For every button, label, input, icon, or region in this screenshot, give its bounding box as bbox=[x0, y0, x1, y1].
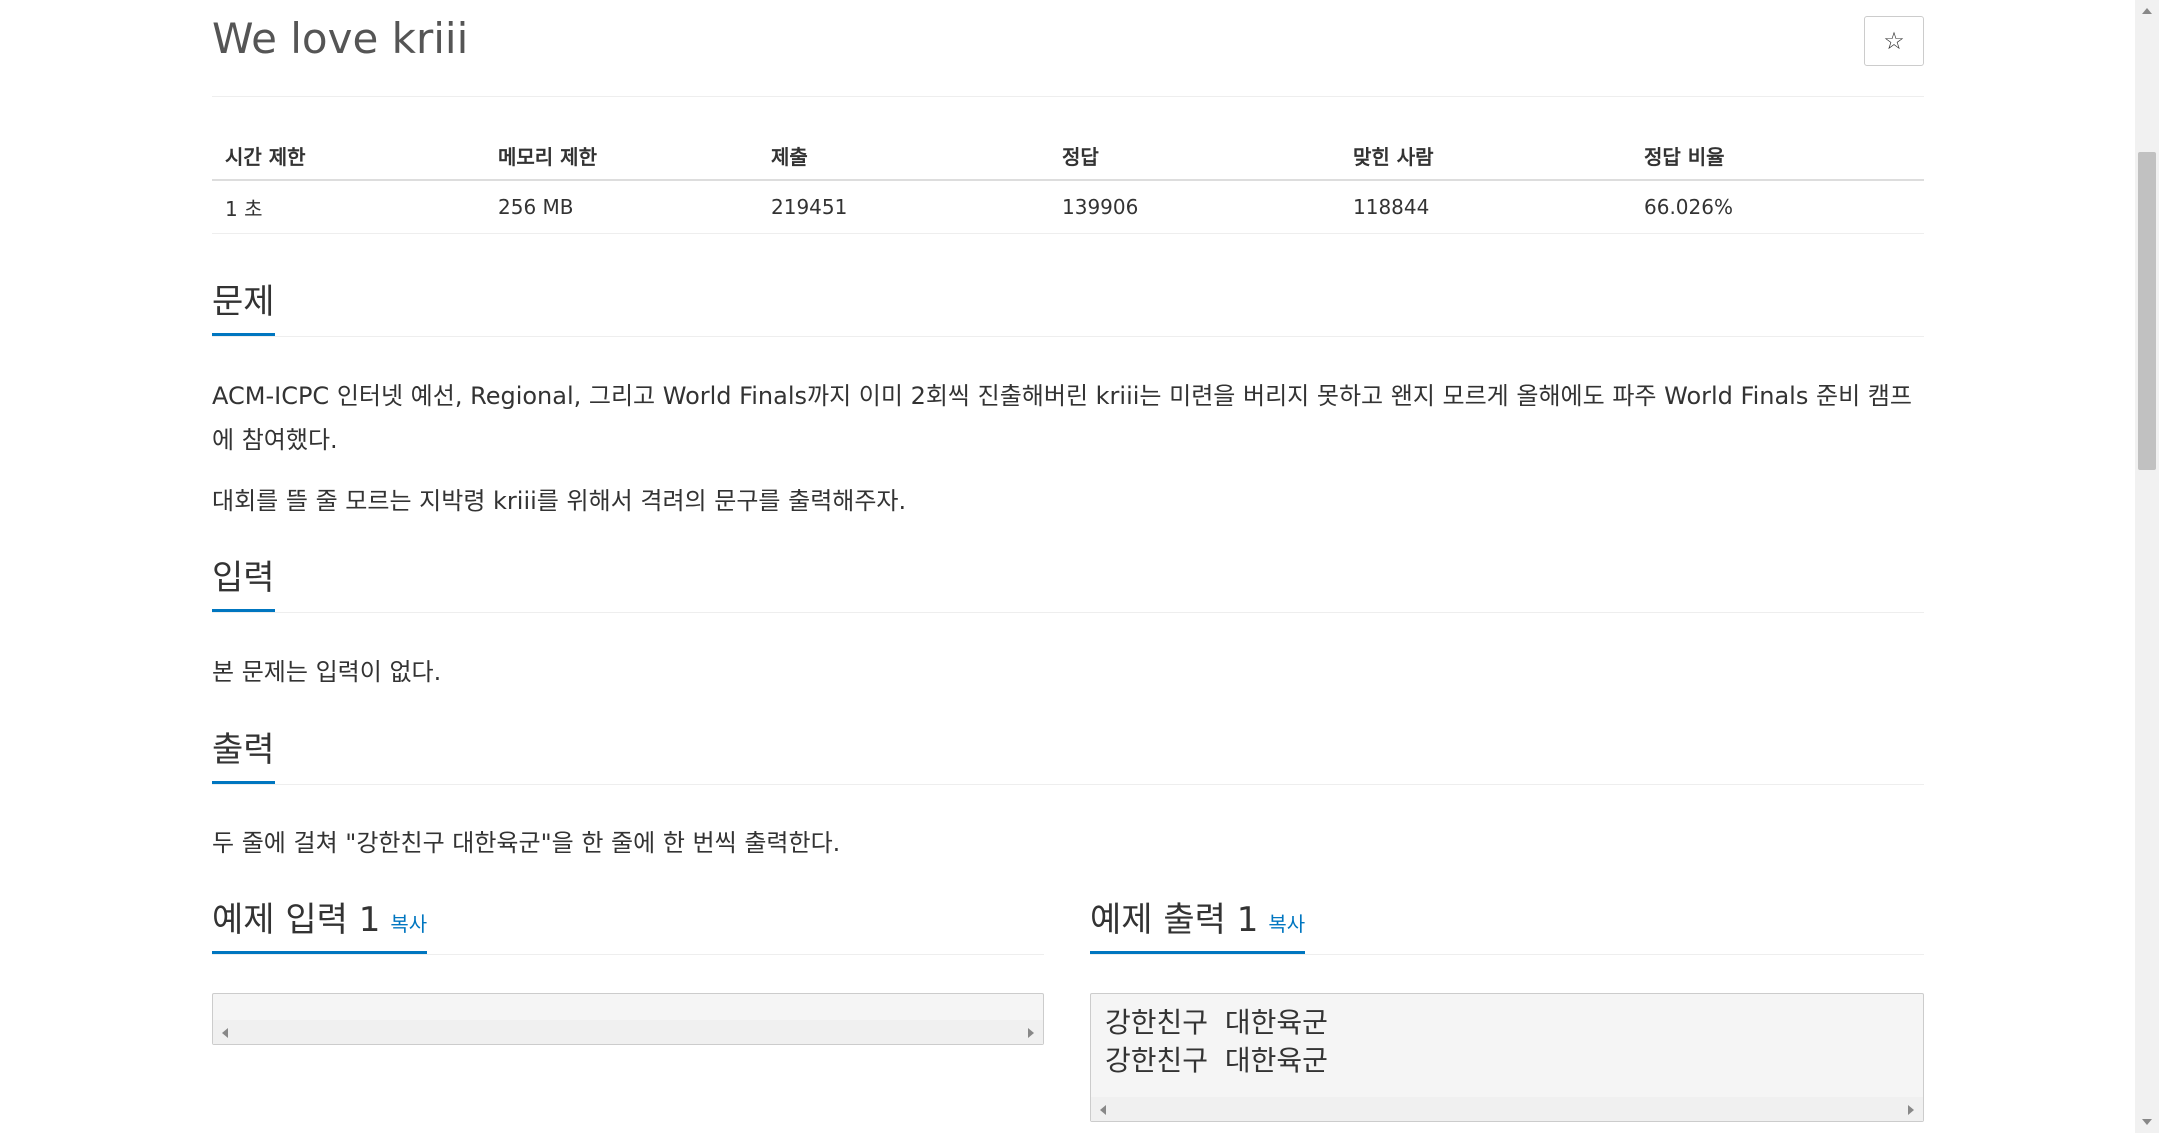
copy-sample-output-link[interactable]: 복사 bbox=[1268, 912, 1305, 936]
sample-output-box[interactable]: 강한친구 대한육군 강한친구 대한육군 bbox=[1090, 993, 1924, 1122]
input-description: 본 문제는 입력이 없다. bbox=[212, 658, 442, 686]
sample-output-title: 예제 출력 1 bbox=[1090, 900, 1259, 940]
info-header-time-limit: 시간 제한 bbox=[212, 131, 485, 181]
info-header-accepted: 정답 bbox=[1049, 131, 1340, 181]
scroll-right-icon[interactable] bbox=[1908, 1105, 1914, 1115]
scroll-up-icon[interactable] bbox=[2142, 8, 2152, 14]
info-header-row: 시간 제한 메모리 제한 제출 정답 맞힌 사람 정답 비율 bbox=[212, 131, 1924, 181]
sample-input-head: 예제 입력 1 복사 bbox=[212, 898, 1044, 955]
info-submissions: 219451 bbox=[758, 180, 1049, 234]
info-value-row: 1 초 256 MB 219451 139906 118844 66.026% bbox=[212, 180, 1924, 234]
description-paragraph: ACM-ICPC 인터넷 예선, Regional, 그리고 World Fin… bbox=[212, 382, 1912, 454]
info-accept-ratio: 66.026% bbox=[1631, 180, 1924, 234]
output-description: 두 줄에 걸쳐 "강한친구 대한육군"을 한 줄에 한 번씩 출력한다. bbox=[212, 829, 841, 857]
problem-header: We love kriii ☆ bbox=[212, 0, 1924, 97]
info-header-submissions: 제출 bbox=[758, 131, 1049, 181]
sample-output-head: 예제 출력 1 복사 bbox=[1090, 898, 1924, 955]
sample-input-title: 예제 입력 1 bbox=[212, 900, 381, 940]
problem-page: We love kriii ☆ 시간 제한 메모리 제한 제출 정답 맞힌 사람… bbox=[212, 0, 1924, 1122]
scroll-left-icon[interactable] bbox=[1100, 1105, 1106, 1115]
description-section-head: 문제 bbox=[212, 280, 1924, 337]
info-header-accept-ratio: 정답 비율 bbox=[1631, 131, 1924, 181]
problem-info-table: 시간 제한 메모리 제한 제출 정답 맞힌 사람 정답 비율 1 초 256 M… bbox=[212, 131, 1924, 234]
sample-output-scrollbar[interactable] bbox=[1091, 1097, 1923, 1121]
copy-sample-input-link[interactable]: 복사 bbox=[390, 912, 427, 936]
info-header-memory-limit: 메모리 제한 bbox=[485, 131, 758, 181]
description-heading: 문제 bbox=[212, 280, 275, 336]
info-time-limit: 1 초 bbox=[212, 180, 485, 234]
sample-input-content bbox=[213, 994, 1043, 1004]
scroll-right-icon[interactable] bbox=[1028, 1028, 1034, 1038]
info-solved-users: 118844 bbox=[1340, 180, 1631, 234]
scroll-down-icon[interactable] bbox=[2142, 1119, 2152, 1125]
output-heading: 출력 bbox=[212, 728, 275, 784]
description-paragraph: 대회를 뜰 줄 모르는 지박령 kriii를 위해서 격려의 문구를 출력해주자… bbox=[212, 487, 907, 515]
problem-title: We love kriii bbox=[212, 14, 469, 63]
sample-input-scrollbar[interactable] bbox=[213, 1020, 1043, 1044]
scroll-left-icon[interactable] bbox=[222, 1028, 228, 1038]
info-memory-limit: 256 MB bbox=[485, 180, 758, 234]
page-scrollbar[interactable] bbox=[2135, 0, 2159, 1133]
input-section-head: 입력 bbox=[212, 556, 1924, 613]
sample-input-heading: 예제 입력 1 복사 bbox=[212, 898, 428, 954]
star-icon: ☆ bbox=[1883, 27, 1905, 55]
info-header-solved-users: 맞힌 사람 bbox=[1340, 131, 1631, 181]
input-heading: 입력 bbox=[212, 556, 275, 612]
page-scrollbar-thumb[interactable] bbox=[2138, 152, 2156, 470]
favorite-button[interactable]: ☆ bbox=[1864, 16, 1924, 66]
sample-output-heading: 예제 출력 1 복사 bbox=[1090, 898, 1306, 954]
info-accepted: 139906 bbox=[1049, 180, 1340, 234]
output-section-head: 출력 bbox=[212, 728, 1924, 785]
sample-input-box[interactable] bbox=[212, 993, 1044, 1045]
sample-output-content: 강한친구 대한육군 강한친구 대한육군 bbox=[1105, 1006, 1328, 1077]
